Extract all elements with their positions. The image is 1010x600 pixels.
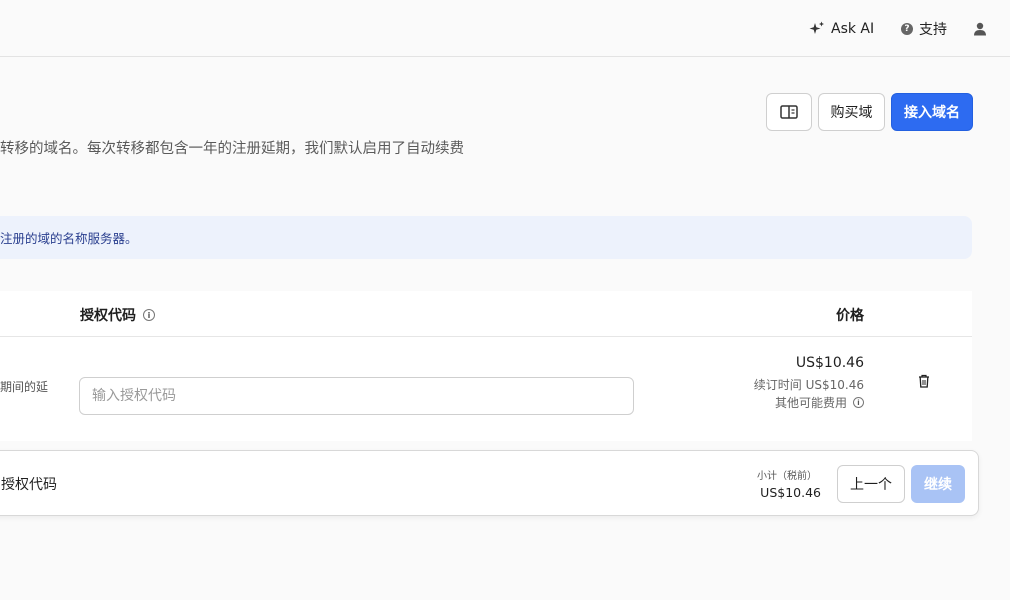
auth-code-header-label: 授权代码 [80,308,136,324]
user-icon [974,22,986,36]
transfer-table: 授权代码 i 价格 期间的延 US$10.46 续订时间 US$10.46 其他… [0,291,972,441]
subtotal-value: US$10.46 [760,485,821,500]
support-label: 支持 [919,22,947,38]
previous-button[interactable]: 上一个 [837,465,905,503]
sparkle-icon [809,21,824,34]
connect-domain-button[interactable]: 接入域名 [891,93,973,131]
column-header-price: 价格 [836,308,864,324]
page-description: 转移的域名。每次转移都包含一年的注册延期，我们默认启用了自动续费 [0,141,464,157]
ask-ai-button[interactable]: Ask AI [809,18,874,40]
top-bar: Ask AI ? 支持 [0,0,1010,57]
row-detail-text: 期间的延 [0,380,49,394]
table-header: 授权代码 i 价格 [0,291,972,337]
other-fees: 其他可能费用 i [775,394,864,411]
support-button[interactable]: ? 支持 [901,18,947,40]
continue-button[interactable]: 继续 [911,465,965,503]
ask-ai-label: Ask AI [831,21,875,37]
renewal-price: 续订时间 US$10.46 [753,378,864,392]
info-banner: 注册的域的名称服务器。 [0,216,972,259]
buy-domain-button[interactable]: 购买域 [818,93,885,131]
trash-icon[interactable] [918,374,930,388]
book-icon [780,105,798,119]
other-fees-info-icon[interactable]: i [853,397,864,408]
auth-code-input[interactable] [79,377,634,415]
checkout-footer: 授权代码 小计（税前） US$10.46 上一个 继续 [0,450,979,516]
user-menu-button[interactable] [973,18,987,40]
subtotal-label: 小计（税前） [757,471,817,482]
info-icon[interactable]: i [143,309,155,321]
banner-text: 注册的域的名称服务器。 [0,231,138,246]
help-icon: ? [901,23,913,35]
other-fees-label: 其他可能费用 [774,396,847,410]
column-header-auth-code: 授权代码 i [80,305,155,325]
docs-button[interactable] [766,93,812,131]
price-value: US$10.46 [795,355,864,371]
footer-step-label: 授权代码 [1,477,57,493]
